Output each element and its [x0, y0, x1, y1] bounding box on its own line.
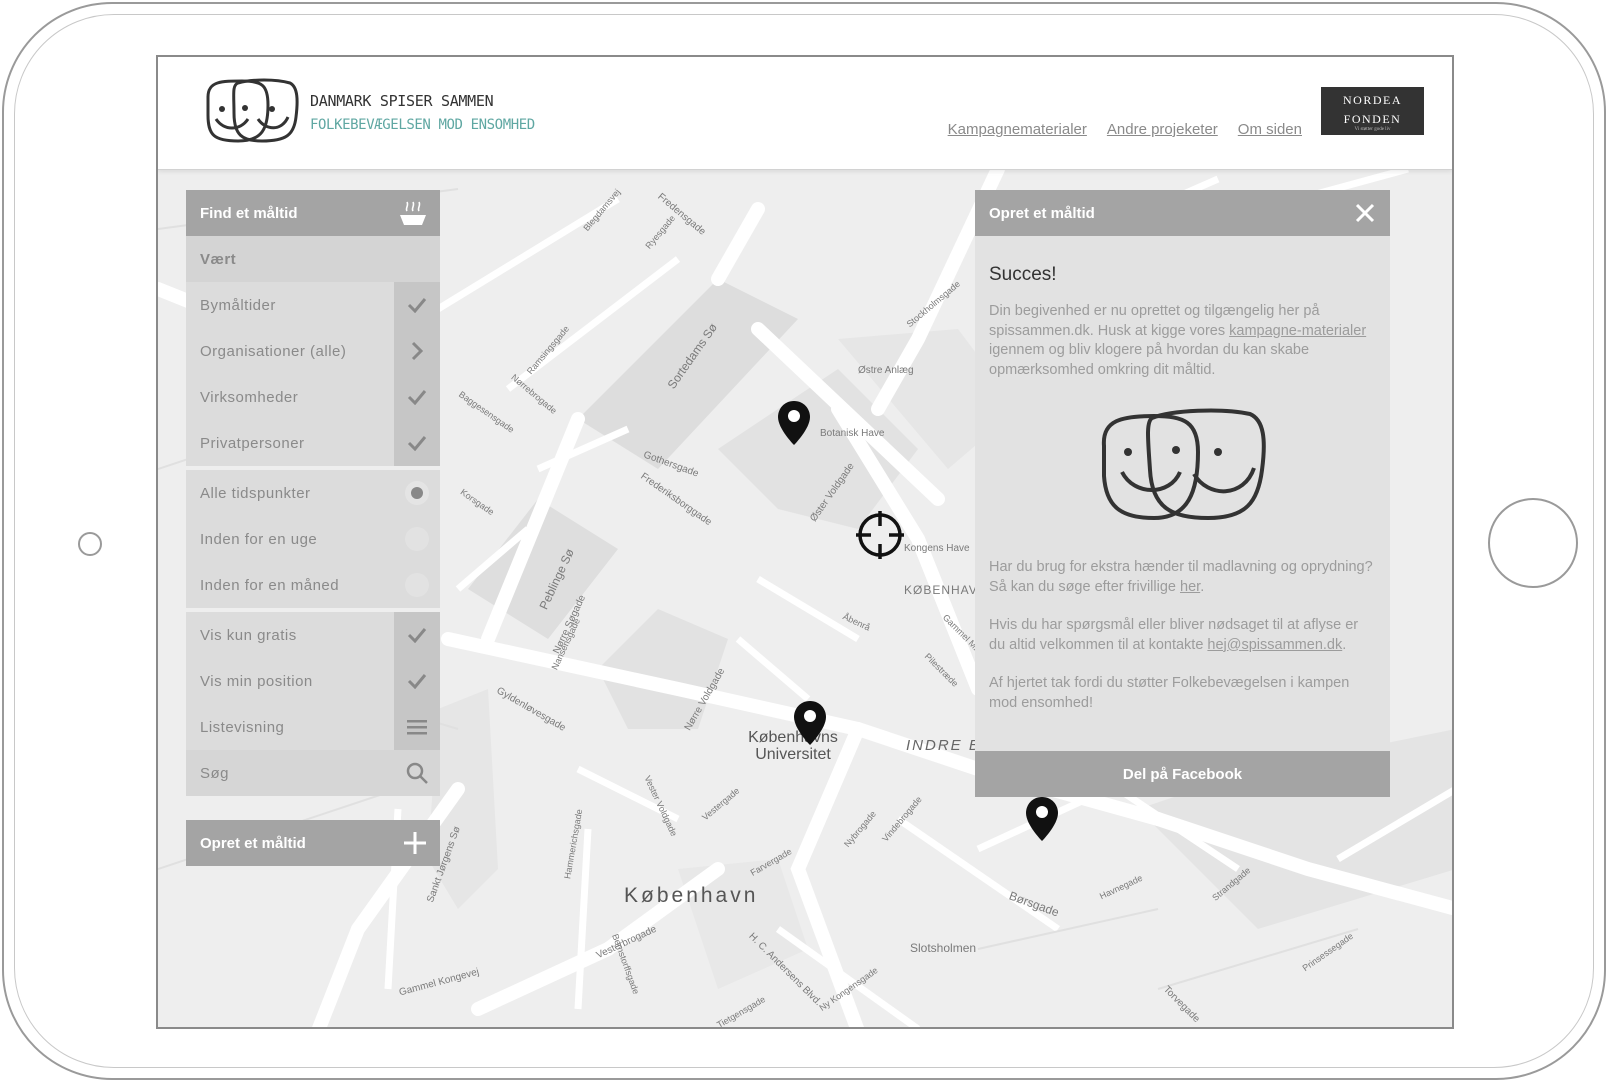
- sponsor-tagline: Vi støtter gode liv: [1354, 127, 1391, 132]
- filter-listevisning[interactable]: Listevisning: [186, 704, 440, 750]
- nav-link-om-siden[interactable]: Om siden: [1238, 121, 1302, 138]
- filter-virksomheder[interactable]: Virksomheder: [186, 374, 440, 420]
- checkbox[interactable]: [394, 420, 440, 466]
- contact-email-link[interactable]: hej@spissammen.dk: [1207, 637, 1342, 653]
- chevron-right-icon: [411, 341, 424, 361]
- option-filter-group: Vis kun gratis Vis min position Listevis…: [186, 612, 440, 796]
- filter-inden-for-en-maned[interactable]: Inden for en måned: [186, 562, 440, 608]
- filter-vis-min-position[interactable]: Vis min position: [186, 658, 440, 704]
- filter-vis-kun-gratis[interactable]: Vis kun gratis: [186, 612, 440, 658]
- create-meal-button[interactable]: Opret et måltid: [186, 820, 440, 866]
- map-pin-icon[interactable]: [792, 699, 828, 747]
- success-paragraph-4: Af hjertet tak fordi du støtter Folkebev…: [989, 675, 1350, 711]
- find-meal-panel: Find et måltid Vært Bymåltider Organisat…: [186, 190, 440, 866]
- success-heading: Succes!: [989, 264, 1057, 285]
- filter-organisationer[interactable]: Organisationer (alle): [186, 328, 440, 374]
- brand-title: DANMARK SPISER SAMMEN: [310, 92, 494, 110]
- main-nav: Kampagnematerialer Andre projeketer Om s…: [948, 121, 1302, 138]
- map-label-botanisk-have: Botanisk Have: [820, 428, 885, 439]
- create-meal-label: Opret et måltid: [200, 834, 306, 852]
- radio-selected[interactable]: [394, 470, 440, 516]
- filter-label: Inden for en måned: [200, 576, 340, 594]
- filter-label: Vis min position: [200, 672, 313, 690]
- logo-faces-icon: [1101, 408, 1266, 521]
- hot-dish-icon: [400, 201, 426, 225]
- filter-label: Organisationer (alle): [200, 342, 347, 360]
- home-button[interactable]: [1488, 498, 1578, 588]
- text: .: [1200, 578, 1205, 595]
- filter-alle-tidspunkter[interactable]: Alle tidspunkter: [186, 470, 440, 516]
- nav-link-kampagnematerialer[interactable]: Kampagnematerialer: [948, 121, 1087, 138]
- filter-inden-for-en-uge[interactable]: Inden for en uge: [186, 516, 440, 562]
- check-icon: [407, 628, 427, 643]
- my-location-crosshair-icon[interactable]: [855, 510, 905, 560]
- campaign-materials-link[interactable]: kampagne-materialer: [1229, 323, 1366, 339]
- panel-title: Opret et måltid: [989, 204, 1095, 222]
- success-paragraph-2: Har du brug for ekstra hænder til madlav…: [989, 558, 1376, 597]
- map-label-kongens-have: Kongens Have: [904, 543, 970, 554]
- search-label: Søg: [200, 764, 230, 782]
- checkbox[interactable]: [394, 612, 440, 658]
- map-label-city: København: [624, 884, 759, 907]
- filter-label: Privatpersoner: [200, 434, 305, 452]
- host-filter-group: Bymåltider Organisationer (alle) Virksom…: [186, 282, 440, 466]
- filter-label: Bymåltider: [200, 296, 276, 314]
- share-facebook-button[interactable]: Del på Facebook: [975, 751, 1390, 797]
- check-icon: [407, 436, 427, 451]
- sponsor-name-line1: NORDEA: [1343, 93, 1402, 107]
- host-section-label: Vært: [186, 236, 440, 282]
- search-icon: [406, 762, 428, 784]
- sponsor-logo[interactable]: NORDEA FONDEN Vi støtter gode liv: [1321, 87, 1424, 135]
- find-meal-header[interactable]: Find et måltid: [186, 190, 440, 236]
- site-header: DANMARK SPISER SAMMEN FOLKEBEVÆGELSEN MO…: [158, 57, 1452, 170]
- app-screen: DANMARK SPISER SAMMEN FOLKEBEVÆGELSEN MO…: [156, 55, 1454, 1029]
- text: .: [1342, 636, 1347, 653]
- map-pin-icon[interactable]: [1024, 795, 1060, 843]
- share-facebook-label: Del på Facebook: [1122, 765, 1243, 783]
- volunteers-link[interactable]: her: [1180, 579, 1200, 595]
- checkbox[interactable]: [394, 658, 440, 704]
- create-meal-success-panel: Opret et måltid Succes! Din begivenhed e…: [975, 190, 1390, 797]
- list-icon: [407, 720, 427, 735]
- check-icon: [407, 390, 427, 405]
- camera-icon: [78, 532, 102, 556]
- filter-bymaltider[interactable]: Bymåltider: [186, 282, 440, 328]
- success-paragraph-3: Hvis du har spørgsmål eller bliver nødsa…: [989, 616, 1376, 655]
- checkbox[interactable]: [394, 282, 440, 328]
- map-label-ostre-anlaeg: Østre Anlæg: [858, 365, 914, 376]
- map-pin-icon[interactable]: [776, 399, 812, 447]
- find-meal-title: Find et måltid: [200, 204, 298, 222]
- text: igennem og bliv klogere på hvordan du ka…: [989, 342, 1310, 378]
- filter-label: Vis kun gratis: [200, 626, 297, 644]
- success-body: Succes! Din begivenhed er nu oprettet og…: [975, 236, 1390, 733]
- radio[interactable]: [394, 516, 440, 562]
- create-meal-panel-header: Opret et måltid: [975, 190, 1390, 236]
- list-toggle[interactable]: [394, 704, 440, 750]
- close-icon[interactable]: [1354, 202, 1376, 224]
- filter-label: Inden for en uge: [200, 530, 318, 548]
- checkbox[interactable]: [394, 374, 440, 420]
- plus-icon: [404, 832, 426, 854]
- expand-toggle[interactable]: [394, 328, 440, 374]
- brand-subtitle: FOLKEBEVÆGELSEN MOD ENSOMHED: [310, 117, 535, 133]
- filter-label: Virksomheder: [200, 388, 299, 406]
- filter-privatpersoner[interactable]: Privatpersoner: [186, 420, 440, 466]
- sponsor-name-line2: FONDEN: [1343, 112, 1402, 126]
- success-paragraph-1: Din begivenhed er nu oprettet og tilgæng…: [989, 302, 1376, 380]
- nav-link-andre-projekter[interactable]: Andre projeketer: [1107, 121, 1218, 138]
- time-filter-group: Alle tidspunkter Inden for en uge Inden …: [186, 470, 440, 608]
- logo-faces-icon[interactable]: [202, 75, 302, 147]
- check-icon: [407, 674, 427, 689]
- check-icon: [407, 298, 427, 313]
- search-button[interactable]: [394, 750, 440, 796]
- map-label-slotsholmen: Slotsholmen: [910, 941, 977, 955]
- search-row[interactable]: Søg: [186, 750, 440, 796]
- filter-label: Alle tidspunkter: [200, 484, 311, 502]
- radio[interactable]: [394, 562, 440, 608]
- filter-label: Listevisning: [200, 718, 285, 736]
